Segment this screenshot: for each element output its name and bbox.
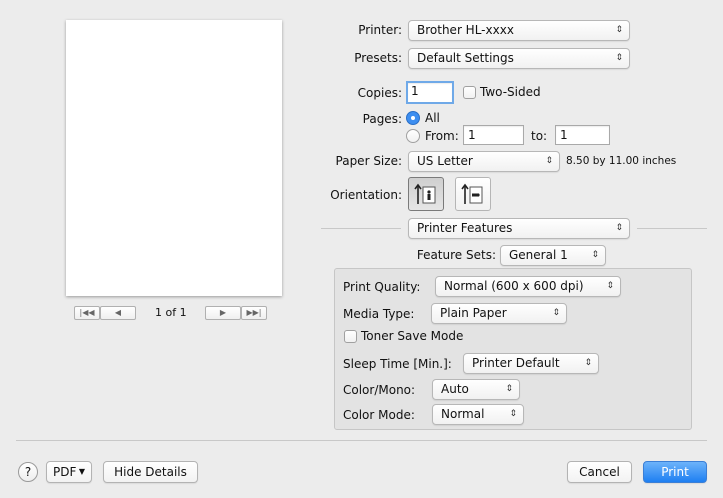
- next-page-button[interactable]: ▶: [205, 306, 241, 320]
- color-mode-label: Color Mode:: [343, 408, 415, 422]
- popup-arrows-icon: ⇕: [591, 250, 599, 260]
- pages-from-field[interactable]: 1: [463, 125, 524, 145]
- portrait-orientation-button[interactable]: [408, 177, 444, 211]
- landscape-orientation-button[interactable]: [455, 177, 491, 211]
- paper-size-label: Paper Size:: [335, 154, 402, 168]
- prev-page-icon: ◀: [114, 308, 122, 317]
- sleep-time-value: Printer Default: [472, 356, 560, 370]
- sleep-time-label: Sleep Time [Min.]:: [343, 357, 452, 371]
- color-mono-value: Auto: [441, 382, 469, 396]
- feature-sets-value: General 1: [509, 248, 568, 262]
- last-page-button[interactable]: ▶▶|: [241, 306, 267, 320]
- section-divider-left: [321, 228, 401, 229]
- cancel-button[interactable]: Cancel: [567, 461, 632, 483]
- pdf-menu-button[interactable]: PDF ▼: [46, 461, 92, 483]
- help-icon: ?: [24, 465, 32, 479]
- print-quality-value: Normal (600 x 600 dpi): [444, 279, 584, 293]
- popup-arrows-icon: ⇕: [509, 409, 517, 419]
- color-mono-label: Color/Mono:: [343, 383, 416, 397]
- next-page-icon: ▶: [219, 308, 227, 317]
- media-type-label: Media Type:: [343, 307, 415, 321]
- popup-arrows-icon: ⇕: [615, 53, 623, 63]
- portrait-orientation-icon: [414, 183, 436, 204]
- paper-size-value: US Letter: [417, 154, 473, 168]
- copies-field[interactable]: 1: [406, 81, 454, 104]
- page-indicator: 1 of 1: [155, 306, 187, 319]
- copies-label: Copies:: [357, 86, 402, 100]
- feature-sets-label: Feature Sets:: [416, 248, 496, 262]
- pages-to-label: to:: [531, 129, 548, 143]
- presets-value: Default Settings: [417, 51, 514, 65]
- orientation-label: Orientation:: [330, 188, 402, 202]
- help-button[interactable]: ?: [18, 462, 38, 482]
- paper-size-select[interactable]: US Letter ⇕: [408, 151, 560, 172]
- pages-label: Pages:: [362, 112, 402, 126]
- feature-sets-select[interactable]: General 1 ⇕: [500, 245, 606, 266]
- sleep-time-select[interactable]: Printer Default ⇕: [463, 353, 599, 374]
- hide-details-button[interactable]: Hide Details: [103, 461, 198, 483]
- printer-value: Brother HL-xxxx: [417, 23, 514, 37]
- media-type-select[interactable]: Plain Paper ⇕: [431, 303, 567, 324]
- section-value: Printer Features: [417, 221, 513, 235]
- paper-dimensions: 8.50 by 11.00 inches: [566, 155, 677, 167]
- color-mode-value: Normal: [441, 407, 485, 421]
- first-page-icon: |◀◀: [79, 308, 95, 317]
- footer-divider: [16, 440, 707, 441]
- prev-page-button[interactable]: ◀: [100, 306, 136, 320]
- section-divider-right: [637, 228, 707, 229]
- pages-from-label: From:: [425, 129, 459, 143]
- printer-label: Printer:: [358, 23, 402, 37]
- popup-arrows-icon: ⇕: [615, 223, 623, 233]
- print-preview-page: [66, 20, 282, 296]
- popup-arrows-icon: ⇕: [615, 25, 623, 35]
- popup-arrows-icon: ⇕: [552, 308, 560, 318]
- pdf-menu-arrow-icon: ▼: [78, 467, 85, 476]
- two-sided-checkbox[interactable]: [463, 86, 476, 99]
- presets-label: Presets:: [354, 51, 402, 65]
- popup-arrows-icon: ⇕: [606, 281, 614, 291]
- pages-from-radio[interactable]: [406, 129, 420, 143]
- media-type-value: Plain Paper: [440, 306, 507, 320]
- pages-all-radio[interactable]: [406, 111, 420, 125]
- section-select[interactable]: Printer Features ⇕: [408, 218, 630, 239]
- two-sided-label: Two-Sided: [480, 85, 541, 99]
- popup-arrows-icon: ⇕: [584, 358, 592, 368]
- print-quality-label: Print Quality:: [343, 280, 421, 294]
- toner-save-label: Toner Save Mode: [361, 329, 464, 343]
- landscape-orientation-icon: [461, 183, 483, 204]
- popup-arrows-icon: ⇕: [545, 156, 553, 166]
- color-mode-select[interactable]: Normal ⇕: [432, 404, 524, 425]
- last-page-icon: ▶▶|: [246, 308, 262, 317]
- printer-select[interactable]: Brother HL-xxxx ⇕: [408, 20, 630, 41]
- pdf-label: PDF: [53, 465, 77, 479]
- pages-to-field[interactable]: 1: [555, 125, 610, 145]
- print-quality-select[interactable]: Normal (600 x 600 dpi) ⇕: [435, 276, 621, 297]
- color-mono-select[interactable]: Auto ⇕: [432, 379, 520, 400]
- toner-save-checkbox[interactable]: [344, 330, 357, 343]
- pages-all-label: All: [425, 111, 440, 125]
- first-page-button[interactable]: |◀◀: [74, 306, 100, 320]
- print-button[interactable]: Print: [643, 461, 707, 483]
- popup-arrows-icon: ⇕: [505, 384, 513, 394]
- presets-select[interactable]: Default Settings ⇕: [408, 48, 630, 69]
